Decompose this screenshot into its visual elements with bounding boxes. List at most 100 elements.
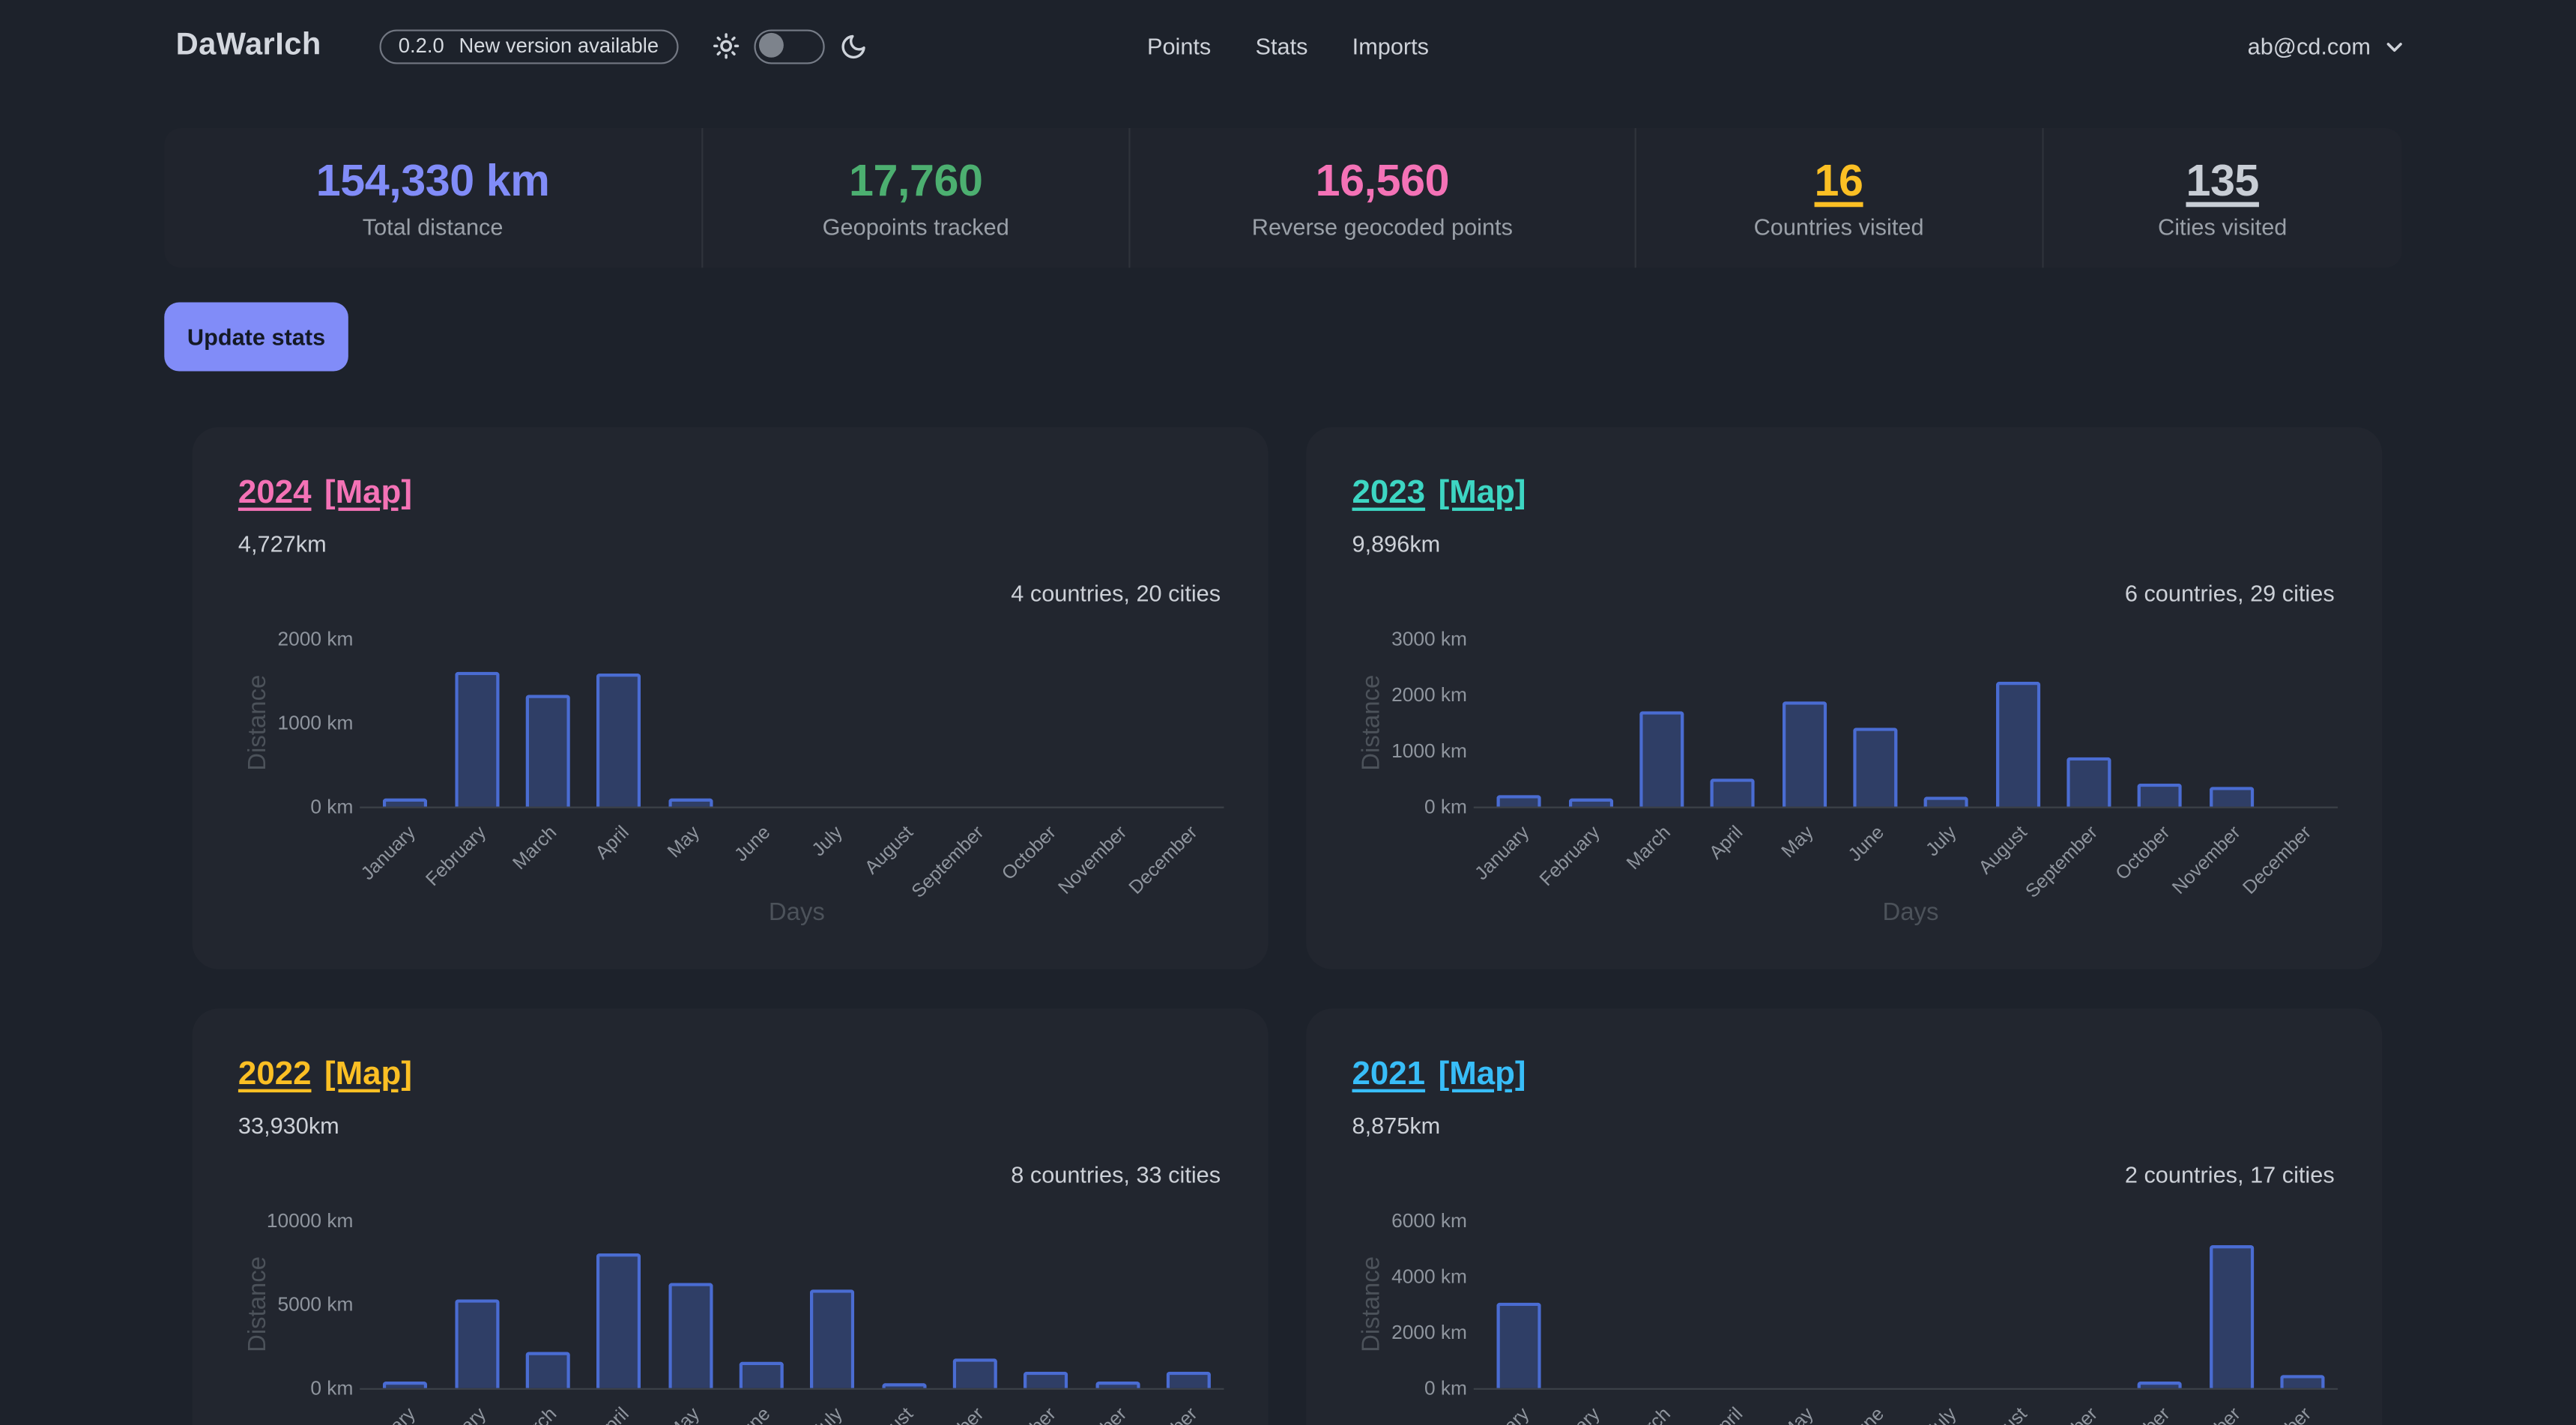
bar-january[interactable]: [1497, 1303, 1541, 1388]
stat-cities-visited: 135 Cities visited: [2042, 128, 2402, 267]
moon-icon: [839, 32, 867, 60]
bar-february[interactable]: [1568, 798, 1612, 807]
bar-november[interactable]: [2209, 787, 2253, 806]
year-card-2023: 2023 [Map] 9,896km 6 countries, 29 cities…: [1306, 427, 2382, 969]
year-summary: 2 countries, 17 cities: [2125, 1161, 2335, 1188]
bar-january[interactable]: [383, 1382, 427, 1388]
y-tick-label: 6000 km: [1352, 1208, 1467, 1234]
bar-november[interactable]: [2209, 1244, 2253, 1388]
year-distance: 9,896km: [1352, 530, 1441, 557]
stat-label: Cities visited: [2158, 214, 2287, 240]
card-title: 2022 [Map]: [238, 1056, 412, 1094]
year-distance: 8,875km: [1352, 1112, 1441, 1138]
x-tick-label: January: [357, 823, 419, 884]
version-badge[interactable]: 0.2.0 New version available: [378, 28, 678, 63]
bar-march[interactable]: [525, 1352, 569, 1388]
year-link-2022[interactable]: 2022: [238, 1056, 312, 1092]
x-tick-label: July: [1923, 1405, 1960, 1425]
bar-january[interactable]: [1497, 796, 1541, 807]
x-tick-label: May: [665, 1405, 704, 1425]
card-title: 2021 [Map]: [1352, 1056, 1526, 1094]
map-link-2022[interactable]: [Map]: [324, 1056, 412, 1092]
user-email: ab@cd.com: [2248, 33, 2371, 59]
dashboard-page: DaWarIch 0.2.0 New version available Poi…: [0, 0, 2576, 1425]
map-link-2024[interactable]: [Map]: [324, 475, 412, 511]
bar-may[interactable]: [1782, 702, 1826, 806]
year-summary: 6 countries, 29 cities: [2125, 580, 2335, 606]
stat-countries-visited: 16 Countries visited: [1634, 128, 2041, 267]
stat-label: Geopoints tracked: [823, 214, 1009, 240]
year-link-2024[interactable]: 2024: [238, 475, 312, 511]
nav-imports[interactable]: Imports: [1352, 33, 1429, 59]
user-menu[interactable]: ab@cd.com: [2248, 33, 2405, 59]
bar-april[interactable]: [596, 674, 641, 807]
theme-switcher: [713, 28, 867, 63]
bar-october[interactable]: [2138, 1382, 2182, 1388]
header: DaWarIch 0.2.0 New version available Poi…: [0, 0, 2576, 92]
update-stats-button[interactable]: Update stats: [164, 302, 348, 371]
x-tick-label: December: [1127, 1405, 1203, 1425]
year-link-2023[interactable]: 2023: [1352, 475, 1426, 511]
chevron-down-icon: [2383, 35, 2405, 57]
theme-toggle[interactable]: [754, 28, 824, 63]
year-link-2021[interactable]: 2021: [1352, 1056, 1426, 1092]
bar-february[interactable]: [454, 672, 498, 807]
x-tick-label: February: [1537, 823, 1604, 890]
bar-april[interactable]: [1711, 778, 1755, 806]
distance-bar-chart-2022: DistanceDays0 km5000 km10000 kmJanuaryFe…: [238, 1197, 1224, 1425]
map-link-2023[interactable]: [Map]: [1439, 475, 1526, 511]
x-tick-label: June: [1846, 1405, 1889, 1425]
bar-october[interactable]: [1024, 1372, 1068, 1388]
y-tick-label: 2000 km: [1352, 1319, 1467, 1346]
countries-visited-link[interactable]: 16: [1815, 156, 1863, 205]
nav-points[interactable]: Points: [1147, 33, 1211, 59]
x-tick-label: July: [1923, 823, 1960, 860]
bar-november[interactable]: [1095, 1382, 1139, 1388]
x-tick-label: July: [808, 823, 846, 860]
bar-july[interactable]: [810, 1289, 854, 1388]
stat-geopoints: 17,760 Geopoints tracked: [701, 128, 1128, 267]
x-axis-title: Days: [1883, 898, 1939, 926]
bar-may[interactable]: [668, 798, 712, 806]
year-distance: 4,727km: [238, 530, 327, 557]
bar-march[interactable]: [1639, 712, 1684, 807]
bar-april[interactable]: [596, 1254, 641, 1388]
bar-august[interactable]: [881, 1383, 925, 1388]
x-tick-label: June: [1846, 823, 1889, 865]
bar-may[interactable]: [668, 1283, 712, 1388]
bar-january[interactable]: [383, 799, 427, 807]
distance-bar-chart-2024: DistanceDays0 km1000 km2000 kmJanuaryFeb…: [238, 616, 1224, 945]
bar-february[interactable]: [454, 1299, 498, 1388]
x-axis: [360, 807, 1224, 808]
bar-june[interactable]: [739, 1362, 783, 1388]
cities-visited-link[interactable]: 135: [2186, 156, 2258, 205]
bar-july[interactable]: [1924, 796, 1968, 806]
y-tick-label: 0 km: [1352, 1375, 1467, 1401]
x-tick-label: May: [1779, 1405, 1818, 1425]
card-title: 2023 [Map]: [1352, 475, 1526, 512]
y-tick-label: 0 km: [238, 1375, 353, 1401]
stat-total-distance: 154,330 km Total distance: [164, 128, 701, 267]
x-tick-label: May: [1779, 823, 1818, 862]
toggle-knob: [760, 34, 784, 58]
x-tick-label: November: [1056, 1405, 1131, 1425]
version-number: 0.2.0: [399, 34, 444, 58]
bar-october[interactable]: [2138, 784, 2182, 807]
x-tick-label: June: [732, 1405, 775, 1425]
bar-december[interactable]: [2280, 1376, 2324, 1388]
y-tick-label: 1000 km: [1352, 737, 1467, 763]
bar-august[interactable]: [1995, 681, 2040, 807]
x-tick-label: April: [592, 823, 632, 863]
bar-december[interactable]: [1166, 1372, 1210, 1388]
map-link-2021[interactable]: [Map]: [1439, 1056, 1526, 1092]
nav-stats[interactable]: Stats: [1256, 33, 1308, 59]
year-summary: 4 countries, 20 cities: [1011, 580, 1221, 606]
y-tick-label: 4000 km: [1352, 1263, 1467, 1289]
app-logo[interactable]: DaWarIch: [176, 28, 321, 64]
x-tick-label: March: [510, 823, 561, 874]
bar-march[interactable]: [525, 695, 569, 807]
bar-september[interactable]: [952, 1359, 997, 1388]
bar-june[interactable]: [1853, 727, 1897, 807]
x-tick-label: December: [1127, 823, 1203, 898]
bar-september[interactable]: [2066, 757, 2111, 806]
